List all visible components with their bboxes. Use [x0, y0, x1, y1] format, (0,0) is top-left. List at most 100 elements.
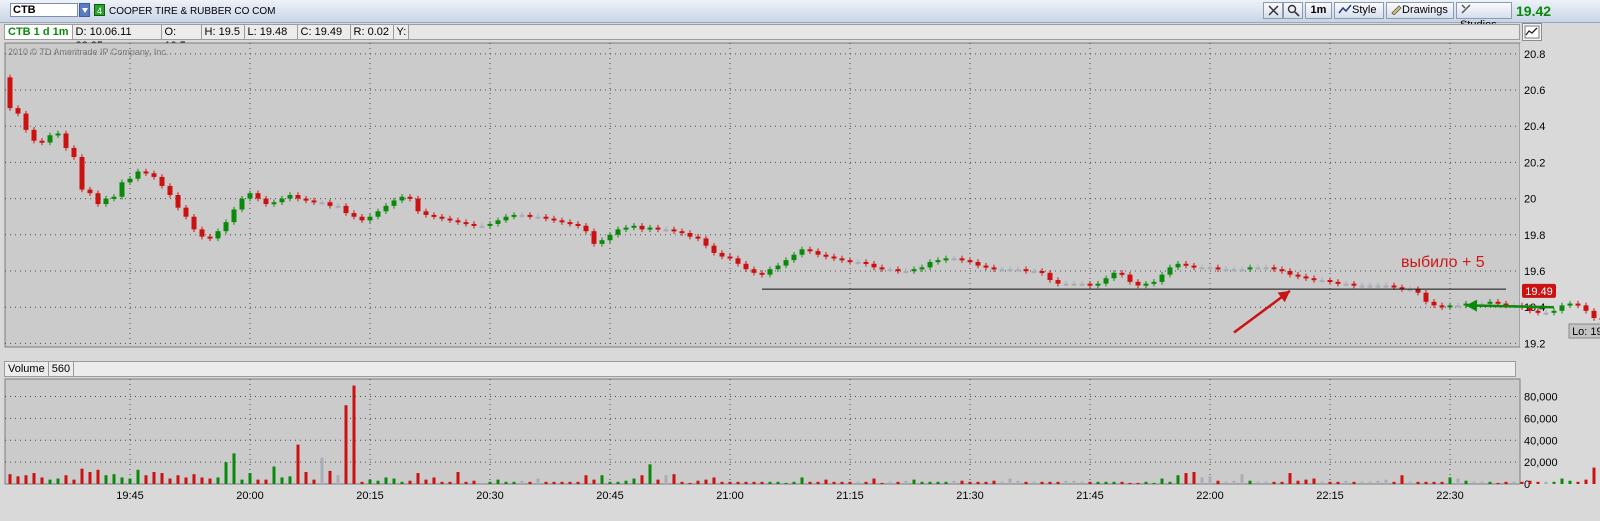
candle-body [1295, 274, 1301, 277]
volume-bar [712, 477, 716, 484]
x-tick-label: 20:15 [356, 490, 384, 502]
candle-body [343, 205, 349, 214]
volume-bar [1416, 481, 1420, 484]
volume-bar [1128, 482, 1132, 484]
candle-body [647, 227, 653, 230]
chart-canvas[interactable]: 19:45 20:00 20:15 20:30 20:45 21:00 21:15 21:30… [0, 0, 1600, 521]
candle-body [1111, 272, 1117, 279]
volume-bar [1488, 481, 1492, 484]
candle-body [455, 220, 461, 223]
volume-bar [1456, 478, 1460, 484]
volume-bar [1032, 481, 1036, 484]
candle-body [263, 198, 269, 205]
candle-body [175, 195, 181, 208]
volume-bar [144, 475, 148, 484]
candle-body [1119, 272, 1125, 275]
candle-body [255, 193, 261, 199]
candle-body [783, 260, 789, 266]
candle-body [423, 211, 429, 215]
candle-body [1487, 301, 1493, 304]
candle-body [351, 213, 357, 217]
candle-body [1207, 267, 1213, 270]
candle-body [727, 256, 733, 259]
volume-bar [280, 477, 284, 484]
candle-body [503, 216, 509, 221]
volume-bar [760, 481, 764, 484]
volume-bar [1120, 481, 1124, 484]
candle-body [919, 267, 925, 270]
volume-bar [1536, 481, 1540, 484]
volume-bar [864, 481, 868, 484]
volume-bar [376, 480, 380, 484]
volume-bar [352, 385, 356, 484]
candle-body [1367, 285, 1373, 288]
candle-body [967, 260, 973, 263]
candle-body [1055, 280, 1061, 284]
x-tick-label: 22:30 [1436, 490, 1464, 502]
volume-bar [1192, 471, 1196, 484]
volume-bar [976, 481, 980, 484]
candle-body [1391, 285, 1397, 288]
candle-body [1431, 301, 1437, 306]
volume-bar [1352, 481, 1356, 484]
candle-body [1535, 310, 1541, 313]
volume-bar [424, 479, 428, 484]
x-tick-label: 19:45 [116, 490, 144, 502]
volume-bar [1296, 480, 1300, 484]
candle-body [1087, 283, 1093, 286]
candle-body [1343, 283, 1349, 286]
candle-body [119, 182, 125, 197]
candle-body [1183, 263, 1189, 266]
candle-body [479, 225, 485, 228]
candle-body [87, 189, 93, 194]
volume-bar [1000, 481, 1004, 484]
candle-body [1279, 269, 1285, 272]
volume-bar [80, 468, 84, 484]
candle-body [1223, 269, 1229, 272]
volume-bar [1512, 481, 1516, 484]
candle-body [871, 263, 877, 268]
volume-bar [656, 479, 660, 484]
volume-bar [968, 481, 972, 484]
candle-body [1311, 278, 1317, 281]
volume-bar [1568, 480, 1572, 484]
candle-body [847, 260, 853, 263]
volume-bar [296, 444, 300, 484]
volume-bar [944, 481, 948, 484]
candle-body [1239, 269, 1245, 272]
copyright-text: 2010 © TD Ameritrade IP Company, Inc. [8, 47, 168, 57]
candle-body [1359, 285, 1365, 288]
volume-bar [1424, 481, 1428, 484]
volume-bar [1232, 480, 1236, 484]
volume-bar [136, 469, 140, 484]
candle-body [55, 133, 61, 136]
volume-bar [88, 471, 92, 484]
candle-body [1255, 267, 1261, 270]
volume-bar [1216, 480, 1220, 484]
volume-bar [648, 464, 652, 484]
volume-bar [496, 479, 500, 484]
volume-bar [608, 481, 612, 484]
candle-body [815, 251, 821, 255]
candle-body [1583, 305, 1589, 311]
candle-body [1039, 271, 1045, 273]
candle-body [1327, 280, 1333, 283]
volume-bar [1208, 476, 1212, 484]
volume-bar [432, 477, 436, 484]
volume-bar [440, 481, 444, 484]
candle-body [1247, 267, 1253, 270]
price-tick-label: 20.4 [1524, 121, 1545, 133]
volume-bar [1528, 480, 1532, 484]
candle-body [527, 214, 533, 217]
volume-bar [48, 479, 52, 484]
price-tick-label: 19.2 [1524, 338, 1545, 350]
candle-body [959, 258, 965, 261]
volume-bar [832, 481, 836, 484]
volume-bar [1280, 481, 1284, 484]
candle-body [679, 231, 685, 234]
volume-bar [1328, 481, 1332, 484]
volume-bar [1272, 481, 1276, 484]
volume-tick-label: 40,000 [1524, 435, 1558, 447]
candle-body [239, 198, 245, 210]
volume-bar [536, 478, 540, 484]
